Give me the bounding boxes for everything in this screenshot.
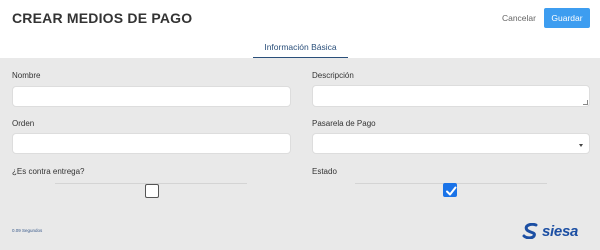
siesa-logo-text: siesa <box>542 222 579 240</box>
siesa-logo: siesa <box>522 221 578 241</box>
tab-bar: Información Básica <box>0 36 600 58</box>
header-actions: Cancelar Guardar <box>502 8 590 28</box>
orden-label: Orden <box>12 119 35 128</box>
orden-input[interactable] <box>12 133 291 154</box>
checkmark-icon <box>446 186 457 196</box>
contra-entrega-checkbox[interactable] <box>145 184 159 198</box>
cancel-button[interactable]: Cancelar <box>502 13 536 23</box>
dropdown-arrow-icon <box>579 144 583 147</box>
pasarela-select[interactable] <box>312 133 590 154</box>
pasarela-label: Pasarela de Pago <box>312 119 376 128</box>
descripcion-label: Descripción <box>312 71 354 80</box>
nombre-label: Nombre <box>12 71 41 80</box>
descripcion-field-wrap <box>312 85 590 107</box>
page-title: CREAR MEDIOS DE PAGO <box>12 10 193 26</box>
save-button[interactable]: Guardar <box>544 8 590 28</box>
siesa-logo-icon <box>522 223 538 239</box>
estado-label: Estado <box>312 167 337 176</box>
load-time-text: 0.09 Segundos <box>12 228 43 233</box>
estado-checkbox[interactable] <box>443 183 457 197</box>
top-bar: CREAR MEDIOS DE PAGO Cancelar Guardar <box>0 0 600 36</box>
tab-informacion-basica[interactable]: Información Básica <box>253 36 348 58</box>
resize-handle-icon[interactable] <box>583 100 588 105</box>
contra-entrega-label: ¿Es contra entrega? <box>12 167 85 176</box>
descripcion-textarea[interactable] <box>312 85 590 107</box>
nombre-input[interactable] <box>12 86 291 107</box>
